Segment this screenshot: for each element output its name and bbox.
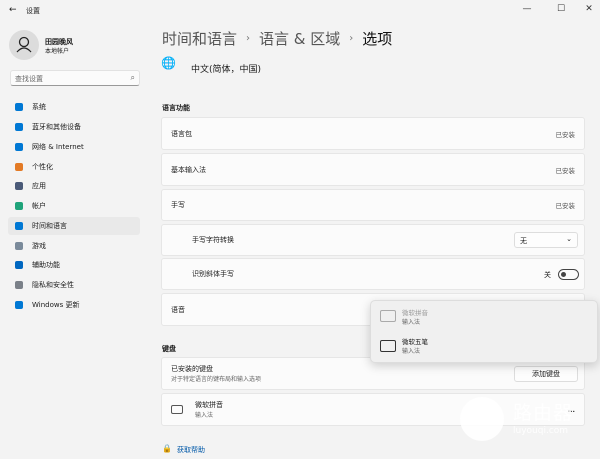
status-text: 已安装 bbox=[555, 202, 576, 210]
keyboard-icon bbox=[380, 310, 396, 322]
minimize-button[interactable]: — bbox=[516, 2, 538, 16]
popup-item-pinyin[interactable]: 微软拼音 输入法 bbox=[371, 301, 597, 331]
italic-handwriting-row: 识别斜体手写 关 bbox=[161, 258, 585, 290]
add-keyboard-button[interactable]: 添加键盘 bbox=[514, 366, 578, 382]
dropdown-value: 无 bbox=[520, 237, 527, 245]
avatar[interactable] bbox=[9, 30, 39, 60]
sidebar-item-label: Windows 更新 bbox=[32, 301, 80, 309]
keyboard-icon bbox=[171, 405, 183, 414]
language-pack-row: 语言包 已安装 bbox=[161, 117, 585, 150]
sidebar-item[interactable]: 帐户 bbox=[8, 197, 140, 215]
row-label: 识别斜体手写 bbox=[192, 270, 234, 278]
watermark-text: 路由器 bbox=[513, 402, 574, 424]
sidebar-item-label: 蓝牙和其他设备 bbox=[32, 123, 81, 131]
status-text: 已安装 bbox=[555, 166, 576, 175]
row-label: 手写字符转换 bbox=[192, 236, 234, 244]
gamepad-icon bbox=[15, 242, 23, 250]
sidebar-item-label: 网络 & Internet bbox=[32, 143, 84, 151]
account-type: 本地帐户 bbox=[45, 48, 70, 55]
help-icon: 🔒 bbox=[162, 444, 172, 453]
monitor-icon bbox=[15, 103, 23, 111]
bluetooth-icon bbox=[15, 123, 23, 131]
title-bar: ← 设置 — ☐ ✕ bbox=[0, 0, 600, 22]
sidebar-item[interactable]: 隐私和安全性 bbox=[8, 276, 140, 294]
sidebar-item[interactable]: 个性化 bbox=[8, 158, 140, 176]
sidebar-item[interactable]: 蓝牙和其他设备 bbox=[8, 118, 140, 136]
sidebar-item-label: 辅助功能 bbox=[32, 261, 60, 269]
row-label: 已安装的键盘 bbox=[171, 365, 213, 373]
sidebar-item[interactable]: 系统 bbox=[8, 98, 140, 116]
sidebar-item-label: 个性化 bbox=[32, 163, 53, 171]
back-arrow-icon[interactable]: ← bbox=[9, 5, 17, 15]
sidebar-item[interactable]: 辅助功能 bbox=[8, 256, 140, 274]
chevron-right-icon: › bbox=[246, 33, 251, 44]
sidebar-item-label: 帐户 bbox=[32, 202, 46, 210]
sidebar-item[interactable]: 时间和语言 bbox=[8, 217, 140, 235]
breadcrumb-item[interactable]: 语言 & 区域 bbox=[259, 28, 340, 49]
sidebar-item-label: 应用 bbox=[32, 182, 46, 190]
sidebar-item[interactable]: 应用 bbox=[8, 177, 140, 195]
popup-item-sub: 输入法 bbox=[402, 319, 421, 326]
row-label: 基本输入法 bbox=[171, 165, 206, 174]
watermark-url: luyouqi.com bbox=[513, 426, 569, 436]
chevron-down-icon: ⌄ bbox=[566, 235, 572, 243]
apps-icon bbox=[15, 182, 23, 190]
conversion-dropdown[interactable]: 无 ⌄ bbox=[514, 232, 578, 248]
sidebar-item[interactable]: 游戏 bbox=[8, 237, 140, 255]
wifi-icon bbox=[15, 143, 23, 151]
sidebar-item-label: 隐私和安全性 bbox=[32, 281, 74, 289]
globe-clock-icon bbox=[15, 222, 23, 230]
sidebar-item[interactable]: Windows 更新 bbox=[8, 296, 140, 314]
toggle-state-label: 关 bbox=[544, 271, 551, 279]
breadcrumb-current: 选项 bbox=[362, 30, 393, 48]
row-label: 语言包 bbox=[171, 129, 192, 138]
popup-item-sub: 输入法 bbox=[402, 348, 421, 355]
person-icon bbox=[16, 36, 32, 53]
section-title-keyboard: 键盘 bbox=[162, 345, 176, 353]
handwriting-row: 手写 已安装 bbox=[161, 189, 585, 221]
close-button[interactable]: ✕ bbox=[578, 2, 600, 16]
language-name: 中文(简体，中国) bbox=[191, 65, 262, 75]
input-method-popup: 微软拼音 输入法 微软五笔 输入法 bbox=[370, 300, 598, 363]
sidebar-item[interactable]: 网络 & Internet bbox=[8, 138, 140, 156]
popup-item-wubi[interactable]: 微软五笔 输入法 bbox=[371, 331, 597, 362]
status-text: 已安装 bbox=[555, 130, 576, 139]
keyboard-type: 输入法 bbox=[195, 412, 214, 419]
person-icon bbox=[15, 202, 23, 210]
row-description: 对于特定语言的键布局和输入选项 bbox=[171, 376, 262, 383]
keyboard-name: 微软拼音 bbox=[195, 401, 223, 409]
handwriting-conversion-row: 手写字符转换 无 ⌄ bbox=[161, 224, 585, 256]
row-label: 手写 bbox=[171, 201, 185, 209]
accessibility-icon bbox=[15, 261, 23, 269]
section-title-features: 语言功能 bbox=[162, 104, 190, 112]
search-input[interactable]: 查找设置 ⌕ bbox=[10, 70, 140, 86]
window-title: 设置 bbox=[26, 7, 40, 15]
chevron-right-icon: › bbox=[349, 33, 354, 44]
popup-item-name: 微软拼音 bbox=[402, 309, 428, 317]
language-icon: 🌐 bbox=[161, 56, 176, 70]
basic-input-row: 基本输入法 已安装 bbox=[161, 153, 585, 186]
popup-item-name: 微软五笔 bbox=[402, 338, 428, 346]
sidebar-item-label: 系统 bbox=[32, 103, 46, 111]
keyboard-icon bbox=[380, 340, 396, 352]
search-icon: ⌕ bbox=[130, 73, 135, 82]
italic-toggle[interactable] bbox=[558, 269, 579, 280]
search-placeholder: 查找设置 bbox=[15, 75, 43, 83]
row-label: 语音 bbox=[171, 305, 185, 314]
shield-icon bbox=[15, 281, 23, 289]
sidebar-item-label: 时间和语言 bbox=[32, 222, 67, 230]
get-help-link[interactable]: 获取帮助 bbox=[177, 445, 205, 455]
brush-icon bbox=[15, 163, 23, 171]
update-icon bbox=[15, 301, 23, 309]
breadcrumb-item[interactable]: 时间和语言 bbox=[162, 28, 237, 49]
watermark-logo bbox=[460, 397, 504, 441]
breadcrumb: 时间和语言 › 语言 & 区域 › 选项 bbox=[162, 28, 392, 49]
sidebar-item-label: 游戏 bbox=[32, 242, 46, 250]
maximize-button[interactable]: ☐ bbox=[550, 2, 572, 16]
